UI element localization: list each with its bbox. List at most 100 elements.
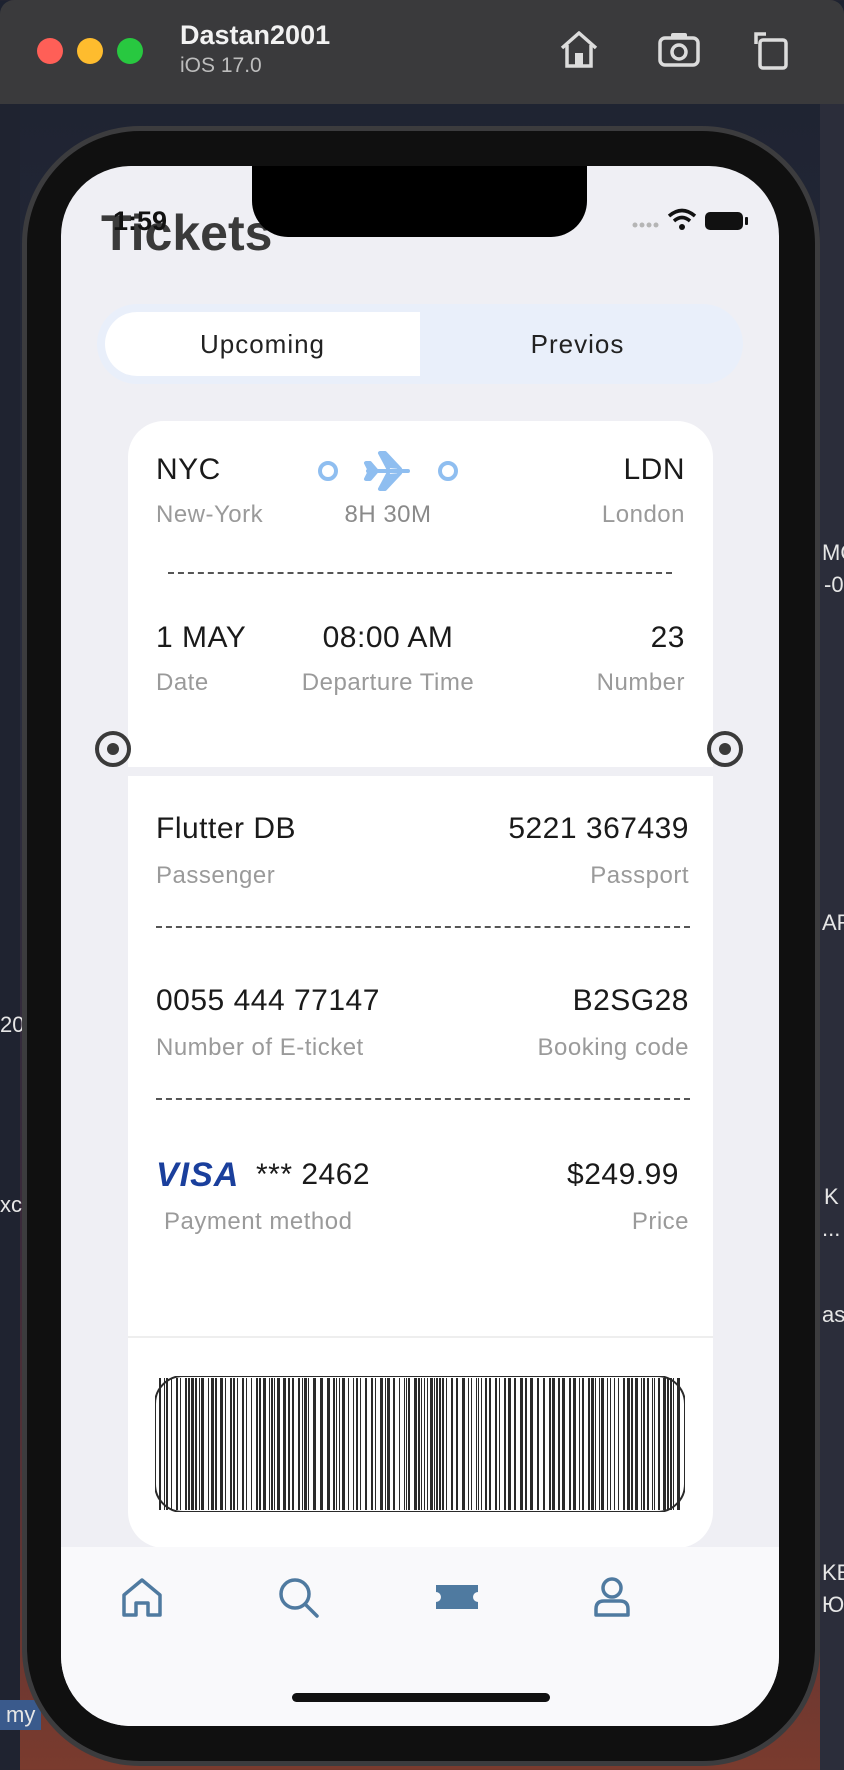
barcode-stripe [504,1378,506,1510]
ticket-tabs: Upcoming Previos [97,304,743,384]
search-icon[interactable] [274,1573,322,1621]
barcode-stripe [591,1378,594,1510]
barcode-stripe [471,1378,472,1510]
barcode-stripe [476,1378,477,1510]
desktop-text-fragment: ... [822,1216,841,1241]
desktop-text-fragment: 20 [0,1012,25,1037]
dashed-divider [156,1098,690,1100]
barcode-stripe [569,1378,571,1510]
barcode-stripe [478,1378,479,1510]
barcode-stripe [627,1378,630,1510]
ticket-passenger-card[interactable]: Flutter DB Passenger 5221 367439 Passpor… [128,776,713,1336]
barcode-stripe [635,1378,638,1510]
dashed-divider [168,572,672,574]
barcode-stripe [185,1378,187,1510]
barcode-stripe [499,1378,500,1510]
barcode-stripe [652,1378,653,1510]
barcode-stripe [607,1378,608,1510]
close-window-button[interactable] [37,38,63,64]
eticket-number: 0055 444 77147 [156,984,380,1017]
origin-dot-icon [318,461,338,481]
barcode-stripe [525,1378,527,1510]
app-screen: Tickets 1:59 Upcoming Previos NYC New-Yo… [61,166,779,1726]
tab-upcoming[interactable]: Upcoming [105,312,420,376]
barcode-stripe [292,1378,294,1510]
desktop-text-fragment: xc [0,1192,22,1217]
barcode-stripe [595,1378,596,1510]
barcode-stripe [421,1378,422,1510]
passport-number: 5221 367439 [508,812,689,845]
rotate-icon[interactable] [748,26,794,72]
barcode-stripe [164,1378,165,1510]
barcode-stripe [552,1378,555,1510]
barcode-stripe [263,1378,266,1510]
home-indicator [292,1693,550,1702]
barcode-stripe [233,1378,235,1510]
cellular-signal-icon [632,222,659,228]
barcode-stripe [387,1378,390,1510]
zoom-window-button[interactable] [117,38,143,64]
barcode-stripe [380,1378,383,1510]
desktop-text-fragment: my [0,1700,42,1730]
barcode-stripe [406,1378,407,1510]
flight-path-icon [318,451,458,491]
barcode-stripe [313,1378,316,1510]
barcode-stripe [446,1378,447,1510]
booking-code-label: Booking code [537,1034,689,1061]
barcode-stripe [277,1378,280,1510]
barcode-stripe [256,1378,258,1510]
ticket-barcode-card[interactable] [128,1336,713,1548]
barcode-stripe [360,1378,361,1510]
os-version: iOS 17.0 [180,54,262,77]
passport-label: Passport [590,862,689,889]
barcode-stripe [353,1378,354,1510]
desktop-text-fragment: KE [822,1560,844,1585]
desktop-text-fragment: -0 [824,572,844,597]
barcode-stripe [271,1378,273,1510]
barcode-stripe [618,1378,619,1510]
barcode-stripe [451,1378,453,1510]
screenshot-icon[interactable] [656,26,702,72]
passenger-label: Passenger [156,862,276,889]
barcode-stripe [658,1378,660,1510]
barcode-stripe [242,1378,244,1510]
barcode-stripe [288,1378,290,1510]
ticket-icon[interactable] [433,1573,481,1621]
price-label: Price [631,1208,689,1235]
barcode-stripe [348,1378,349,1510]
barcode-stripe [199,1378,200,1510]
barcode-stripe [654,1378,655,1510]
status-time: 1:59 [113,206,168,236]
barcode-stripe [667,1378,669,1510]
desktop-text-fragment: AR [822,910,844,935]
barcode-stripe [220,1378,223,1510]
barcode-stripe [514,1378,516,1510]
tab-previous[interactable]: Previos [420,312,735,376]
barcode-stripe [434,1378,435,1510]
battery-icon [705,212,748,230]
barcode-stripe [166,1378,168,1510]
barcode-stripe [485,1378,487,1510]
barcode-stripe [375,1378,376,1510]
home-icon[interactable] [118,1573,166,1621]
barcode-stripe [588,1378,590,1510]
ticket-route-card[interactable]: NYC New-York 8H 30M LDN London 1 MAY Dat… [128,421,713,767]
barcode-stripe [663,1378,666,1510]
barcode-stripe [481,1378,482,1510]
barcode-stripe [269,1378,270,1510]
eticket-label: Number of E-ticket [156,1034,364,1061]
barcode-stripe [530,1378,533,1510]
barcode-stripe [208,1378,209,1510]
ticket-cutout-right [707,731,743,767]
minimize-window-button[interactable] [77,38,103,64]
passenger-name: Flutter DB [156,812,297,845]
profile-icon[interactable] [588,1573,636,1621]
barcode-stripe [462,1378,465,1510]
barcode-stripe [298,1378,300,1510]
barcode-stripe [456,1378,458,1510]
departure-time-value: 08:00 AM [322,621,454,654]
barcode-stripe [259,1378,261,1510]
desktop-text-fragment: K [824,1184,839,1209]
card-number: *** 2462 [256,1158,371,1191]
home-icon[interactable] [556,26,602,72]
